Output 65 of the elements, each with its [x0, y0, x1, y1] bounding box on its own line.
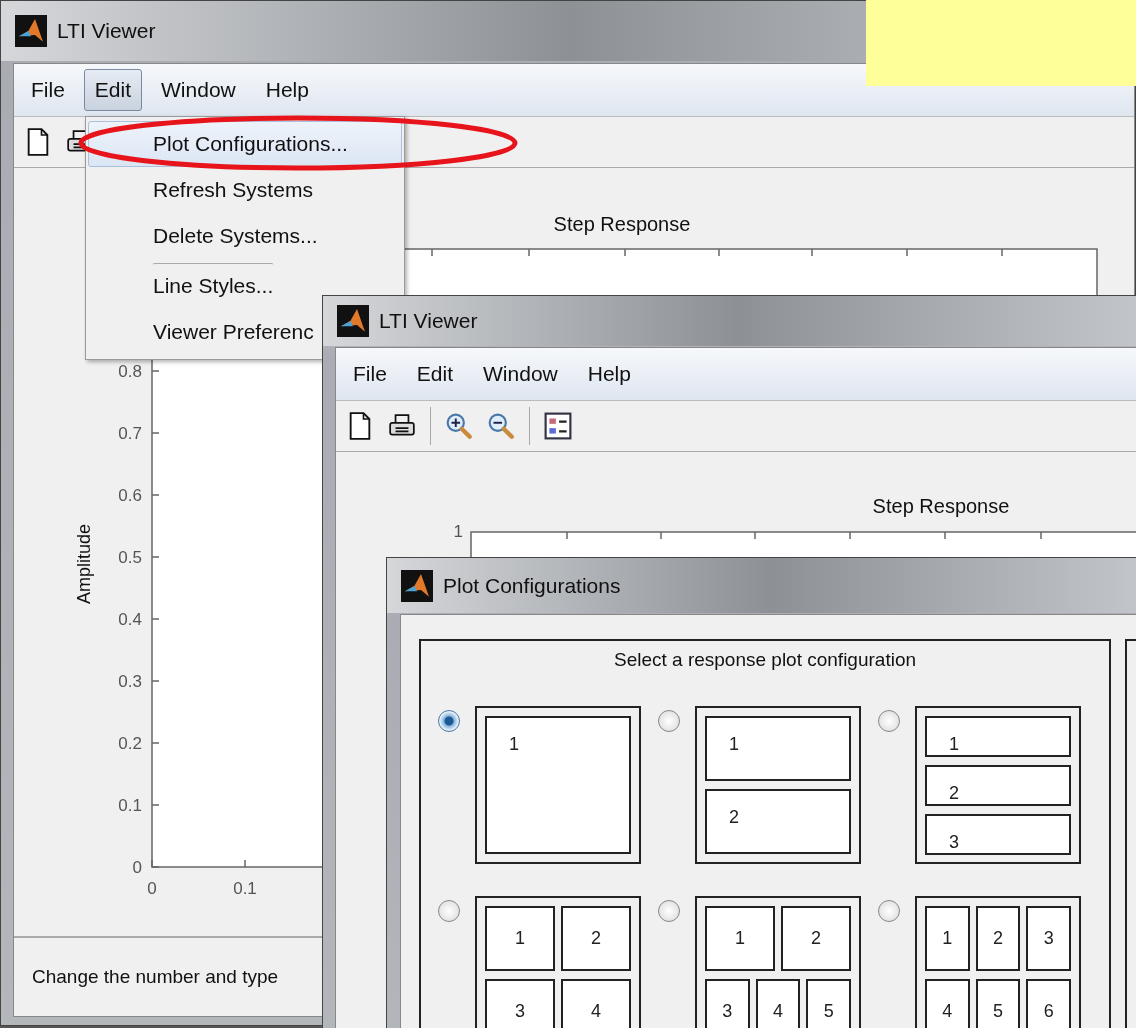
pane-number: 5	[993, 1001, 1003, 1022]
menu-item[interactable]: File	[342, 353, 398, 395]
tick-label: 0	[132, 858, 142, 877]
tick-label: 0.7	[118, 424, 142, 443]
tick-label: 0	[147, 879, 157, 898]
menu-item[interactable]: Help	[576, 353, 642, 395]
menu-item[interactable]: Edit	[83, 69, 143, 111]
pane-number: 4	[942, 1001, 953, 1022]
menu-entry[interactable]: Line Styles...	[152, 263, 275, 309]
tick-label: 0.2	[118, 734, 142, 753]
menu-item[interactable]: File	[20, 69, 76, 111]
window-title: LTI Viewer	[57, 19, 156, 43]
radio-button[interactable]	[878, 710, 900, 732]
pane-number: 2	[729, 807, 739, 827]
window-title: LTI Viewer	[379, 309, 478, 333]
dialog-title: Plot Configurations	[443, 573, 621, 598]
plot-title: Step Response	[872, 495, 1010, 517]
pane-number: 1	[509, 734, 519, 754]
pane-number: 6	[1043, 1001, 1054, 1022]
menu-entry[interactable]: Delete Systems...	[152, 213, 319, 259]
pane-number: 1	[735, 928, 745, 949]
status-text: Change the number and type	[32, 966, 279, 988]
radio-button[interactable]	[878, 900, 900, 922]
radio-button[interactable]	[658, 710, 680, 732]
pane-number: 3	[949, 832, 959, 852]
tick-label: 0.3	[118, 672, 142, 691]
menu-item[interactable]: Window	[150, 69, 247, 111]
pane-number: 2	[993, 928, 1003, 949]
plot-title: Step Response	[553, 213, 691, 235]
radio-button[interactable]	[438, 900, 460, 922]
app-icon	[337, 305, 369, 337]
plot-layout-icon[interactable]	[544, 412, 572, 440]
pane-number: 4	[773, 1001, 783, 1022]
menu-entry[interactable]: Viewer Preferenc	[152, 309, 315, 355]
tick-label: 0.1	[118, 796, 142, 815]
menu-item[interactable]: Help	[254, 69, 320, 111]
pane-number: 2	[591, 928, 601, 949]
axis-label: Amplitude	[74, 524, 94, 604]
pane-number: 3	[1043, 928, 1054, 949]
tick-label: 0.5	[118, 548, 142, 567]
pane-number: 2	[949, 783, 959, 803]
zoom-out-icon[interactable]	[487, 412, 515, 440]
tick-label: 0.6	[118, 486, 142, 505]
pane-number: 2	[811, 928, 821, 949]
tick-label: 0.8	[118, 362, 142, 381]
panel-heading: Select a response plot configuration	[612, 649, 918, 671]
pane-number: 1	[515, 928, 525, 949]
pane-number: 5	[823, 1001, 834, 1022]
pane-number: 3	[722, 1001, 733, 1022]
pane-number: 3	[515, 1001, 525, 1022]
pane-number: 1	[729, 734, 739, 754]
app-icon	[401, 569, 433, 602]
menu-item[interactable]: Window	[472, 353, 569, 395]
tick-label: 1	[453, 522, 463, 541]
pane-number: 1	[949, 734, 959, 754]
zoom-in-icon[interactable]	[445, 412, 473, 440]
tick-label: 0.1	[233, 879, 257, 898]
radio-button[interactable]	[438, 710, 460, 732]
radio-button[interactable]	[658, 900, 680, 922]
menu-entry[interactable]: Refresh Systems	[152, 167, 314, 213]
menu-item[interactable]: Edit	[405, 353, 465, 395]
pane-number: 4	[591, 1001, 601, 1022]
app-icon	[15, 15, 47, 47]
tick-label: 0.4	[118, 610, 142, 629]
pane-number: 1	[942, 928, 953, 949]
